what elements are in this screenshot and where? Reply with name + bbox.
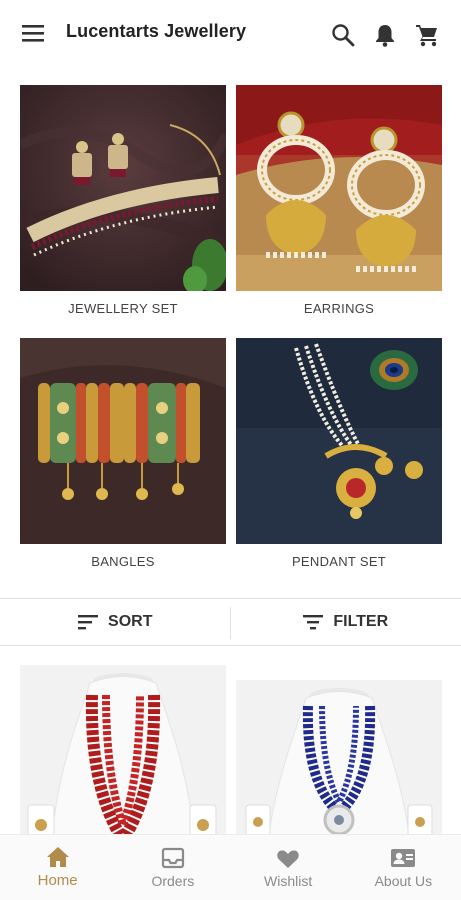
menu-icon[interactable] [20, 22, 46, 44]
nav-label: Wishlist [264, 872, 313, 889]
home-icon [46, 847, 69, 867]
product-card[interactable] [236, 680, 442, 860]
cart-icon[interactable] [414, 22, 440, 48]
sort-filter-divider [230, 607, 231, 639]
product-card[interactable] [20, 665, 226, 845]
nav-label: Home [37, 872, 78, 889]
filter-label: FILTER [333, 613, 389, 630]
category-pendant-set[interactable]: PENDANT SET [236, 338, 442, 569]
heart-icon [277, 849, 299, 868]
nav-label: Orders [151, 872, 195, 889]
product-image-blue-necklace [236, 680, 442, 851]
jewellery-set-image [20, 85, 226, 291]
category-label: BANGLES [91, 554, 155, 569]
category-jewellery-set[interactable]: JEWELLERY SET [20, 85, 226, 316]
category-label: EARRINGS [303, 301, 375, 316]
category-label: PENDANT SET [291, 554, 387, 569]
nav-orders[interactable]: Orders [115, 835, 230, 900]
sort-label: SORT [108, 613, 153, 630]
contact-card-icon [391, 848, 416, 867]
category-earrings[interactable]: EARRINGS [236, 85, 442, 316]
filter-button[interactable]: FILTER [231, 599, 461, 645]
inbox-icon [161, 847, 184, 868]
nav-wishlist[interactable]: Wishlist [231, 835, 346, 900]
app-bar: Lucentarts Jewellery [0, 0, 461, 68]
nav-home[interactable]: Home [0, 835, 115, 900]
pendant-set-image [236, 338, 442, 544]
product-image-red-necklace [20, 665, 226, 845]
nav-about-us[interactable]: About Us [346, 835, 461, 900]
sort-icon [78, 615, 99, 630]
category-label: JEWELLERY SET [68, 301, 178, 316]
filter-icon [303, 615, 324, 630]
category-bangles[interactable]: BANGLES [20, 338, 226, 569]
bell-icon[interactable] [372, 22, 398, 48]
bangles-image [20, 338, 226, 544]
app-title: Lucentarts Jewellery [66, 21, 247, 41]
sort-filter-bar: SORT FILTER [0, 598, 461, 646]
search-icon[interactable] [330, 22, 356, 48]
sort-button[interactable]: SORT [0, 599, 231, 645]
earrings-image [236, 85, 442, 291]
bottom-navigation: Home Orders Wishlist About Us [0, 834, 461, 900]
nav-label: About Us [374, 872, 433, 889]
